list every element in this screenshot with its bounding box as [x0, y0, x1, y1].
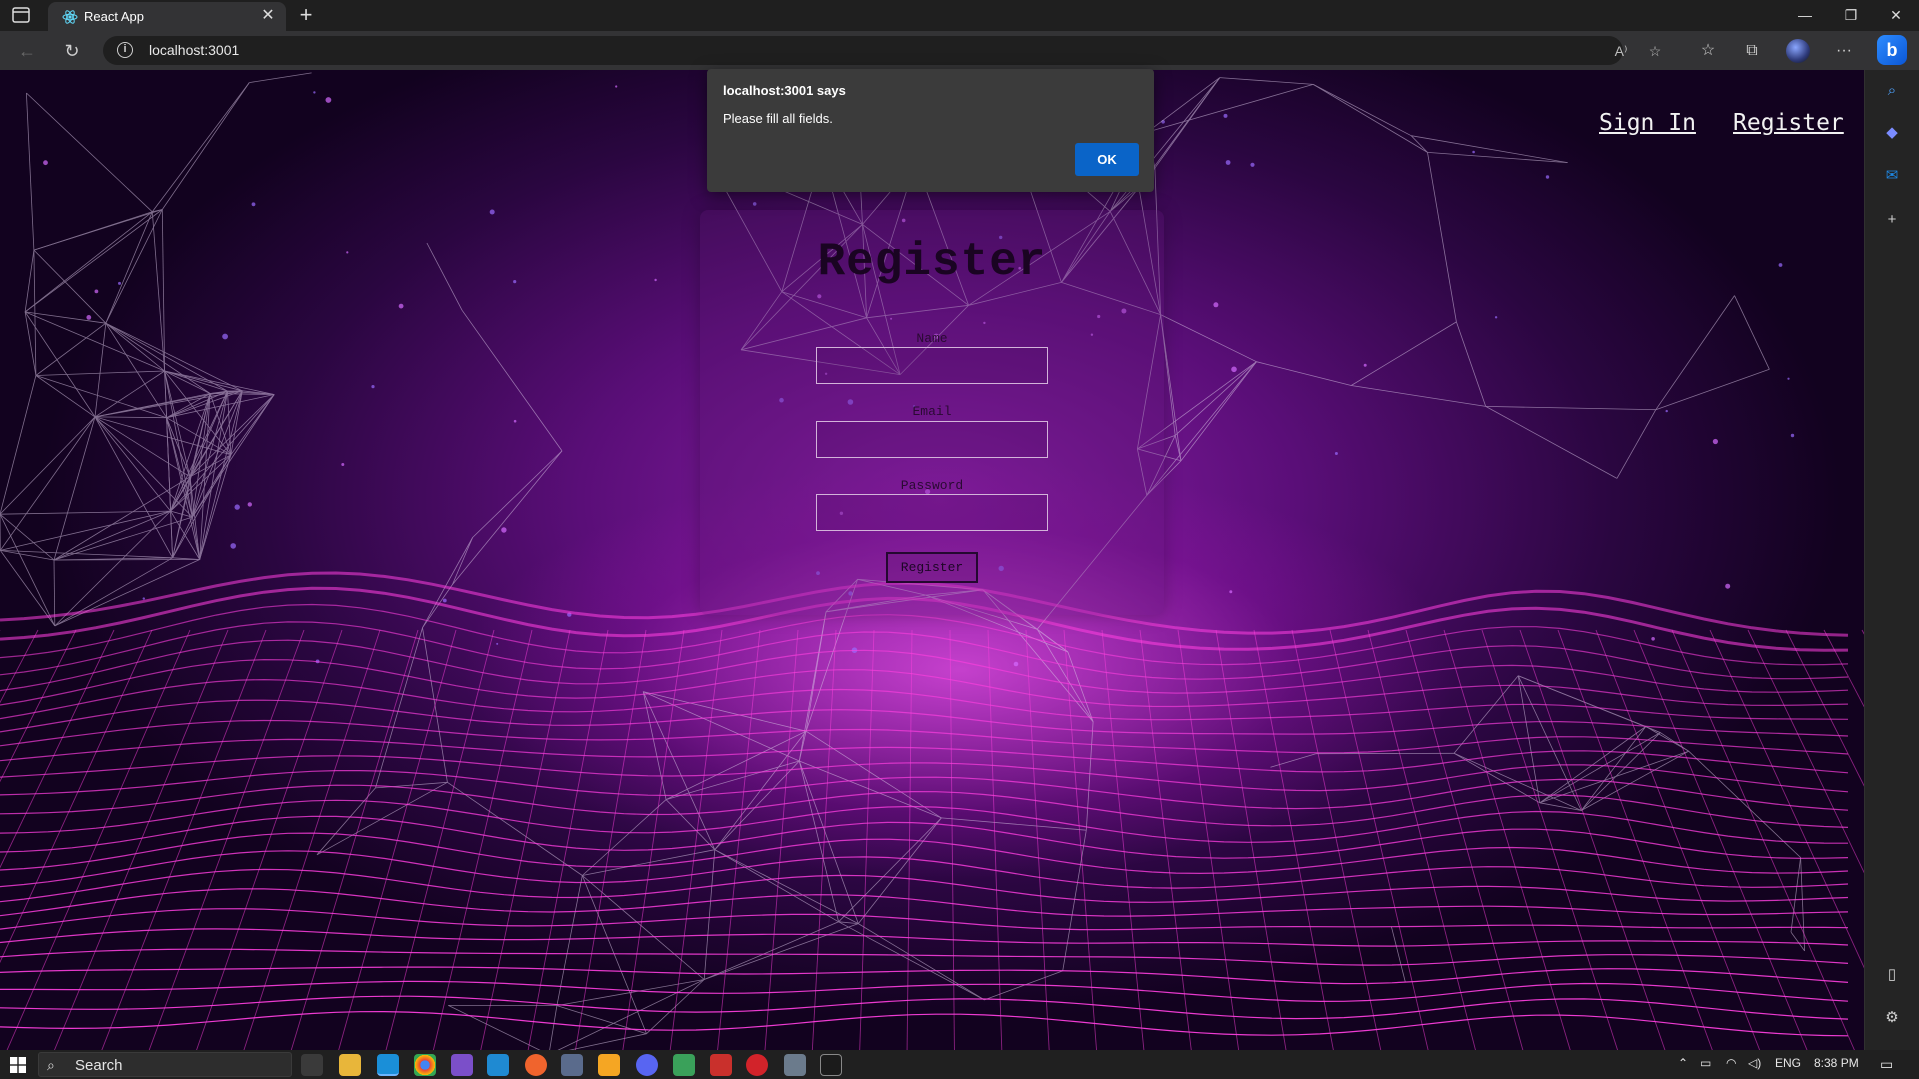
search-placeholder: Search: [75, 1057, 123, 1074]
terminal-icon[interactable]: [820, 1054, 842, 1076]
tray-expand-icon[interactable]: ⌃: [1678, 1056, 1688, 1070]
close-tab-icon[interactable]: ✕: [260, 8, 276, 24]
email-input[interactable]: [816, 421, 1048, 458]
address-bar[interactable]: i localhost:3001 A⁾ ☆: [103, 36, 1661, 65]
react-logo-icon: [62, 10, 78, 24]
sublime-icon[interactable]: [598, 1054, 620, 1076]
sidebar-panel-icon[interactable]: ▯: [1879, 962, 1905, 988]
restore-icon[interactable]: ❐: [1828, 0, 1874, 31]
add-sidebar-app-icon[interactable]: +: [1879, 207, 1905, 233]
refresh-icon[interactable]: ↻: [60, 39, 84, 63]
back-icon[interactable]: ←: [15, 39, 39, 63]
profile-avatar[interactable]: [1786, 39, 1810, 63]
discord-icon[interactable]: [636, 1054, 658, 1076]
app-icon[interactable]: [561, 1054, 583, 1076]
edge-sidebar: ⌕ ◆ ✉ + ▯ ⚙: [1864, 70, 1919, 1056]
name-input[interactable]: [816, 347, 1048, 384]
notifications-icon[interactable]: ▭: [1880, 1056, 1893, 1073]
url-text: localhost:3001: [149, 42, 240, 58]
search-icon[interactable]: ⌕: [1879, 78, 1905, 104]
sign-in-link[interactable]: Sign In: [1599, 110, 1696, 136]
bing-copilot-icon[interactable]: b: [1877, 35, 1907, 65]
task-view-icon[interactable]: [301, 1054, 323, 1076]
pdf-icon[interactable]: [710, 1054, 732, 1076]
clock[interactable]: 8:38 PM: [1814, 1056, 1859, 1070]
postman-icon[interactable]: [525, 1054, 547, 1076]
password-label: Password: [900, 478, 964, 493]
title-bar: React App ✕ + — ❐ ✕: [0, 0, 1919, 31]
wifi-icon[interactable]: ◠: [1726, 1056, 1736, 1070]
alert-dialog: localhost:3001 says Please fill all fiel…: [707, 69, 1154, 192]
page-viewport: Sign In Register Register Name Email Pas…: [0, 70, 1864, 1056]
form-title: Register: [817, 236, 1047, 288]
alert-message: Please fill all fields.: [723, 111, 833, 126]
read-aloud-icon[interactable]: A⁾: [1611, 41, 1631, 61]
tab-react-app[interactable]: React App ✕: [48, 2, 286, 31]
volume-icon[interactable]: ◁): [1748, 1056, 1761, 1070]
tab-title: React App: [84, 9, 144, 24]
alert-ok-button[interactable]: OK: [1075, 143, 1139, 176]
close-window-icon[interactable]: ✕: [1873, 0, 1919, 31]
battery-icon[interactable]: ▭: [1700, 1056, 1711, 1070]
file-explorer-icon[interactable]: [339, 1054, 361, 1076]
edge-icon[interactable]: [377, 1054, 399, 1076]
site-info-icon[interactable]: i: [117, 42, 133, 58]
chart-app-icon[interactable]: [673, 1054, 695, 1076]
outlook-icon[interactable]: ✉: [1879, 163, 1905, 189]
register-form: Register Name Email Password Register: [700, 210, 1164, 615]
copilot-icon[interactable]: ◆: [1879, 120, 1905, 146]
visual-studio-icon[interactable]: [451, 1054, 473, 1076]
add-favorite-icon[interactable]: ☆: [1645, 41, 1665, 61]
collections-icon[interactable]: ⧉: [1740, 39, 1764, 63]
vscode-icon[interactable]: [487, 1054, 509, 1076]
settings-icon[interactable]: ⚙: [1879, 1005, 1905, 1031]
taskbar: ⌕ Search ⌃ ▭ ◠ ◁) ENG 8:38 PM ▭: [0, 1050, 1919, 1079]
settings-app-icon[interactable]: [784, 1054, 806, 1076]
taskbar-search[interactable]: ⌕ Search: [38, 1052, 292, 1077]
new-tab-icon[interactable]: +: [294, 4, 318, 28]
password-input[interactable]: [816, 494, 1048, 531]
register-link[interactable]: Register: [1733, 110, 1844, 136]
alert-title: localhost:3001 says: [723, 83, 846, 98]
more-options-icon[interactable]: ···: [1832, 39, 1856, 63]
name-label: Name: [916, 331, 948, 346]
tab-actions-icon[interactable]: [12, 7, 34, 25]
chrome-icon[interactable]: [414, 1054, 436, 1076]
register-submit-button[interactable]: Register: [886, 552, 978, 583]
minimize-icon[interactable]: —: [1782, 0, 1828, 31]
search-icon: ⌕: [47, 1057, 55, 1073]
navigation-bar: ← ↻ i localhost:3001 A⁾ ☆ ☆ ⧉ ···: [0, 31, 1919, 70]
windows-start-icon[interactable]: [10, 1057, 26, 1073]
email-label: Email: [912, 404, 952, 419]
opera-icon[interactable]: [746, 1054, 768, 1076]
favorites-icon[interactable]: ☆: [1696, 39, 1720, 63]
language-indicator[interactable]: ENG: [1775, 1056, 1801, 1070]
